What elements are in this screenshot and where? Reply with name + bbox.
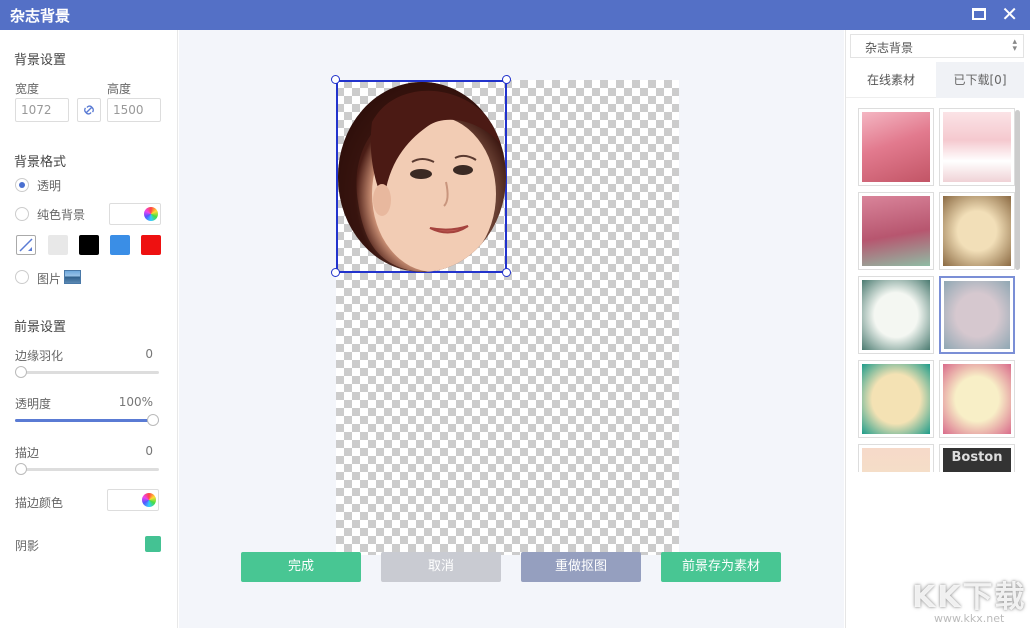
height-label: 高度 [107,82,132,96]
material-thumb[interactable] [858,192,934,270]
resize-handle-bottom-left[interactable] [331,268,340,277]
close-icon[interactable]: ✕ [1001,2,1018,26]
opacity-label: 透明度 [15,397,52,411]
image-icon[interactable] [64,270,81,284]
stroke-color-label: 描边颜色 [15,496,64,510]
swatch-black[interactable] [79,235,99,255]
image-label: 图片 [37,272,62,286]
boston-thumb-text: Boston [943,448,1011,472]
cancel-button[interactable]: 取消 [381,552,501,582]
width-input[interactable] [15,98,69,122]
material-thumb[interactable] [858,360,934,438]
select-arrows-icon: ▴ ▾ [1012,37,1017,54]
feather-value: 0 [145,347,153,361]
radio-transparent[interactable] [15,178,29,192]
swatch-blue[interactable] [110,235,130,255]
material-thumb-selected[interactable] [939,276,1015,354]
category-select[interactable]: 杂志背景 ▴ ▾ [850,34,1024,58]
link-icon[interactable] [77,98,101,122]
resize-handle-top-left[interactable] [331,75,340,84]
fg-settings-title: 前景设置 [14,320,67,335]
save-foreground-button[interactable]: 前景存为素材 [661,552,781,582]
tab-online[interactable]: 在线素材 [846,62,936,98]
opacity-slider-fill [15,419,159,422]
stroke-label: 描边 [15,446,40,460]
window-title: 杂志背景 [10,7,71,25]
stroke-color-picker[interactable] [107,489,159,511]
materials-panel: 杂志背景 ▴ ▾ 在线素材 已下载[0] Boston [845,30,1030,628]
stroke-slider-knob[interactable] [15,463,27,475]
settings-panel: 背景设置 宽度 高度 背景格式 透明 纯色背景 图片 前景设置 边缘羽化 0 透… [0,30,178,628]
opacity-value: 100% [118,395,153,409]
portrait-image [338,82,506,272]
swatch-light-gray[interactable] [48,235,68,255]
material-thumb[interactable]: Boston [939,444,1015,472]
resize-handle-bottom-right[interactable] [502,268,511,277]
shadow-toggle[interactable] [145,536,161,552]
canvas-area [179,30,844,628]
color-wheel-icon [144,207,158,221]
redo-cutout-button[interactable]: 重做抠图 [521,552,641,582]
title-bar: 杂志背景 ✕ [0,0,1030,30]
height-input[interactable] [107,98,161,122]
stroke-value: 0 [145,444,153,458]
solid-label: 纯色背景 [37,208,86,222]
resize-handle-top-right[interactable] [502,75,511,84]
material-thumb[interactable] [858,276,934,354]
radio-solid[interactable] [15,207,29,221]
foreground-selection[interactable] [336,80,507,273]
material-thumb[interactable] [939,360,1015,438]
bg-settings-title: 背景设置 [14,53,67,68]
solid-color-picker[interactable] [109,203,161,225]
material-thumb[interactable] [939,108,1015,186]
radio-image[interactable] [15,270,29,284]
watermark-logo: KK下载 [912,580,1027,615]
material-thumb[interactable] [939,192,1015,270]
color-wheel-icon [142,493,156,507]
material-thumb[interactable] [858,444,934,472]
shadow-label: 阴影 [15,539,40,553]
opacity-slider[interactable] [15,414,159,426]
category-select-value: 杂志背景 [865,41,914,55]
material-thumb[interactable] [858,108,934,186]
watermark-url: www.kkx.net [934,612,1005,625]
transparent-label: 透明 [37,179,62,193]
stroke-slider[interactable] [15,463,159,475]
feather-label: 边缘羽化 [15,349,64,363]
materials-scrollbar[interactable] [1015,110,1020,270]
materials-grid: Boston [856,108,1020,472]
maximize-icon[interactable] [972,8,986,20]
bg-format-title: 背景格式 [14,155,67,170]
swatch-none[interactable] [16,235,36,255]
swatch-red[interactable] [141,235,161,255]
feather-slider[interactable] [15,366,159,378]
width-label: 宽度 [15,82,40,96]
tab-downloaded[interactable]: 已下载[0] [936,62,1024,98]
opacity-slider-knob[interactable] [147,414,159,426]
done-button[interactable]: 完成 [241,552,361,582]
feather-slider-knob[interactable] [15,366,27,378]
